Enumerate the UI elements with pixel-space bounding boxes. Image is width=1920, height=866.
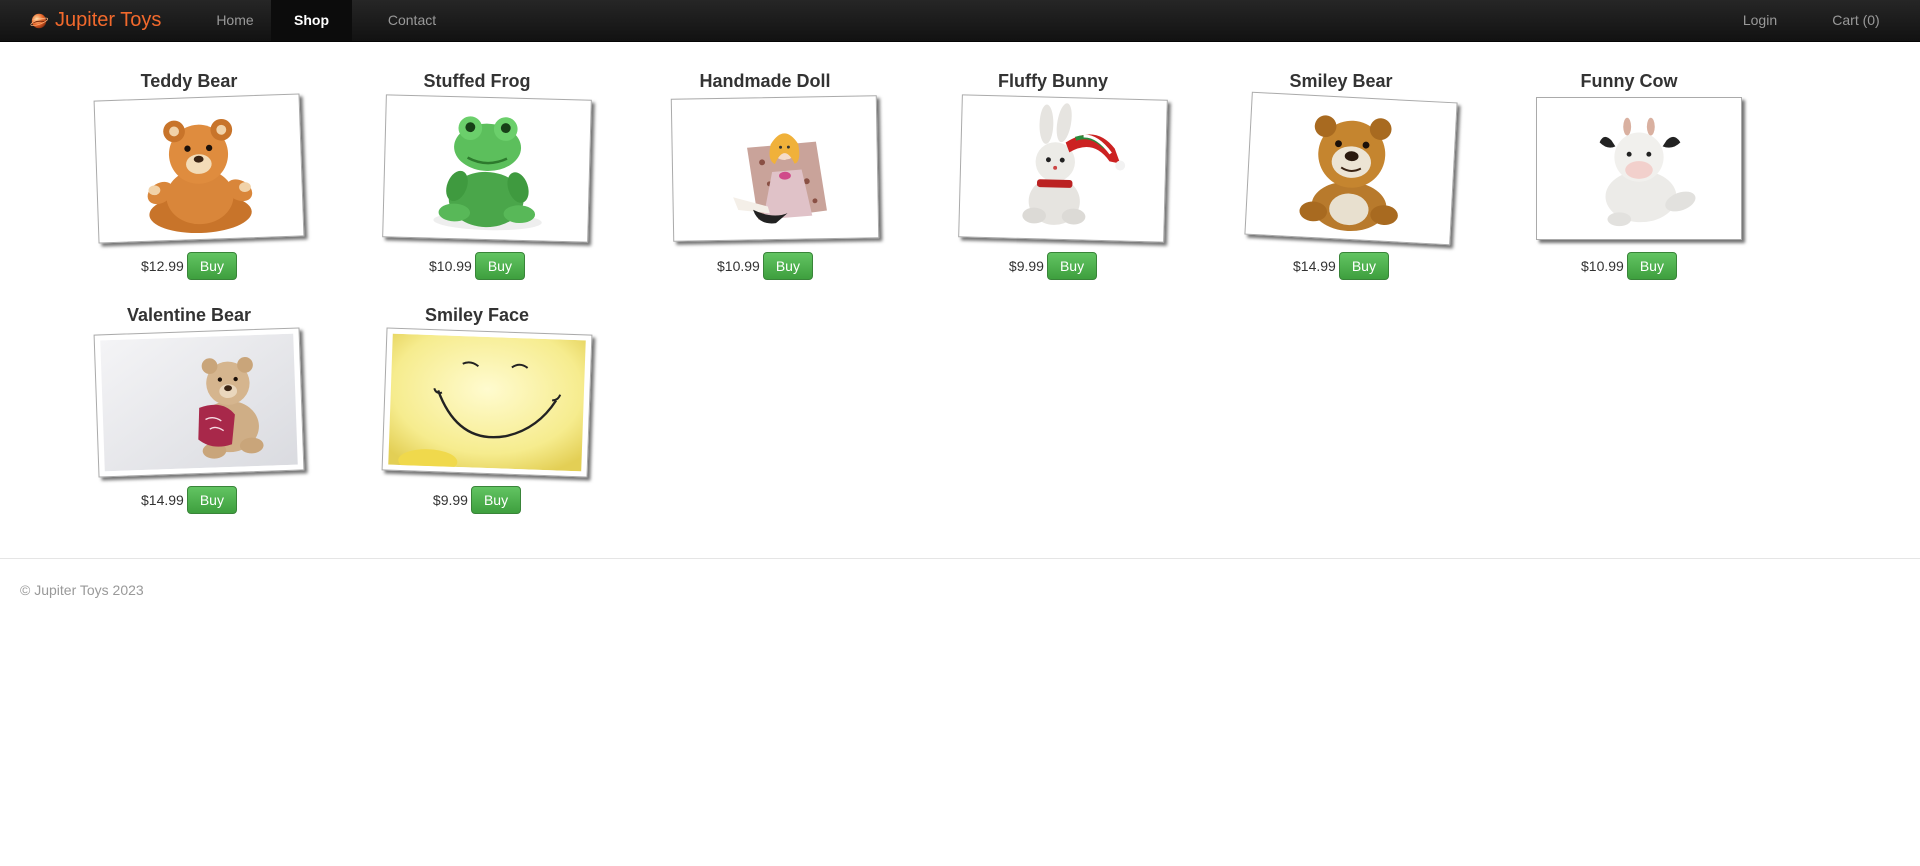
- buy-button[interactable]: Buy: [474, 251, 525, 280]
- smiley-bear-icon: [1251, 98, 1451, 239]
- product-card: Funny Cow $10.99 Buy: [1514, 70, 1744, 295]
- brand-link[interactable]: Jupiter Toys: [30, 0, 161, 41]
- stuffed-frog-icon: [388, 100, 586, 237]
- footer-divider: [0, 558, 1920, 559]
- product-card: Teddy Bear $12.99 Buy: [74, 70, 305, 295]
- product-title: Fluffy Bunny: [998, 71, 1108, 91]
- product-title: Handmade Doll: [699, 71, 831, 91]
- buy-button[interactable]: Buy: [1626, 251, 1677, 280]
- buy-button[interactable]: Buy: [470, 485, 522, 514]
- product-card: Valentine Bear $14.99 Buy: [74, 304, 305, 529]
- fluffy-bunny-icon: [964, 100, 1162, 237]
- buy-button[interactable]: Buy: [1046, 251, 1098, 280]
- buy-button[interactable]: Buy: [186, 251, 237, 280]
- nav-cart[interactable]: Cart (0): [1812, 0, 1900, 41]
- nav-shop[interactable]: Shop: [271, 0, 352, 41]
- buy-button[interactable]: Buy: [1338, 251, 1389, 280]
- buy-button[interactable]: Buy: [186, 485, 237, 514]
- product-image[interactable]: [93, 327, 305, 478]
- brand-name: Jupiter Toys: [55, 9, 162, 31]
- product-price: $9.99: [1008, 257, 1044, 274]
- product-price: $10.99: [717, 257, 760, 274]
- product-title: Stuffed Frog: [423, 71, 531, 91]
- product-title: Smiley Bear: [1289, 71, 1393, 91]
- product-price: $12.99: [141, 257, 184, 274]
- product-title: Valentine Bear: [126, 305, 252, 325]
- buy-row: $10.99 Buy: [650, 251, 880, 280]
- top-navbar: Jupiter Toys Home Shop Contact Login Car…: [0, 0, 1920, 42]
- nav-login[interactable]: Login: [1722, 0, 1798, 41]
- product-title: Teddy Bear: [140, 71, 238, 91]
- buy-row: $10.99 Buy: [362, 251, 592, 280]
- buy-row: $14.99 Buy: [1226, 251, 1456, 280]
- buy-button[interactable]: Buy: [762, 251, 813, 280]
- product-card: Smiley Face $9.99 Buy: [362, 304, 593, 529]
- product-image[interactable]: [382, 94, 592, 243]
- product-image[interactable]: [381, 327, 593, 478]
- footer-copyright: © Jupiter Toys 2023: [20, 582, 144, 598]
- funny-cow-icon: [1542, 103, 1736, 234]
- buy-row: $10.99 Buy: [1514, 251, 1744, 280]
- jupiter-planet-icon: [30, 13, 48, 28]
- buy-row: $9.99 Buy: [938, 251, 1168, 280]
- product-title: Funny Cow: [1580, 71, 1678, 91]
- product-price: $14.99: [1293, 257, 1336, 274]
- buy-row: $12.99 Buy: [74, 251, 304, 280]
- product-image[interactable]: [958, 94, 1168, 243]
- buy-row: $9.99 Buy: [362, 485, 592, 514]
- product-price: $10.99: [1581, 257, 1624, 274]
- product-card: Handmade Doll $10.99 Buy: [650, 70, 880, 295]
- nav-home[interactable]: Home: [202, 0, 268, 41]
- nav-contact[interactable]: Contact: [370, 0, 454, 41]
- product-price: $10.99: [429, 257, 472, 274]
- smiley-face-icon: [388, 333, 586, 472]
- product-image[interactable]: [670, 95, 880, 242]
- product-image[interactable]: [93, 93, 305, 244]
- product-title: Smiley Face: [424, 305, 530, 325]
- buy-row: $14.99 Buy: [74, 485, 304, 514]
- product-price: $9.99: [432, 491, 468, 508]
- valentine-bear-icon: [100, 333, 298, 472]
- product-image[interactable]: [1244, 91, 1458, 246]
- handmade-doll-icon: [677, 101, 873, 236]
- product-card: Fluffy Bunny $9.99 Buy: [938, 70, 1168, 295]
- product-image[interactable]: [1536, 97, 1742, 240]
- teddy-bear-icon: [100, 99, 298, 238]
- product-price: $14.99: [141, 491, 184, 508]
- product-card: Smiley Bear $14.99 Buy: [1226, 70, 1458, 295]
- product-card: Stuffed Frog $10.99 Buy: [362, 70, 592, 295]
